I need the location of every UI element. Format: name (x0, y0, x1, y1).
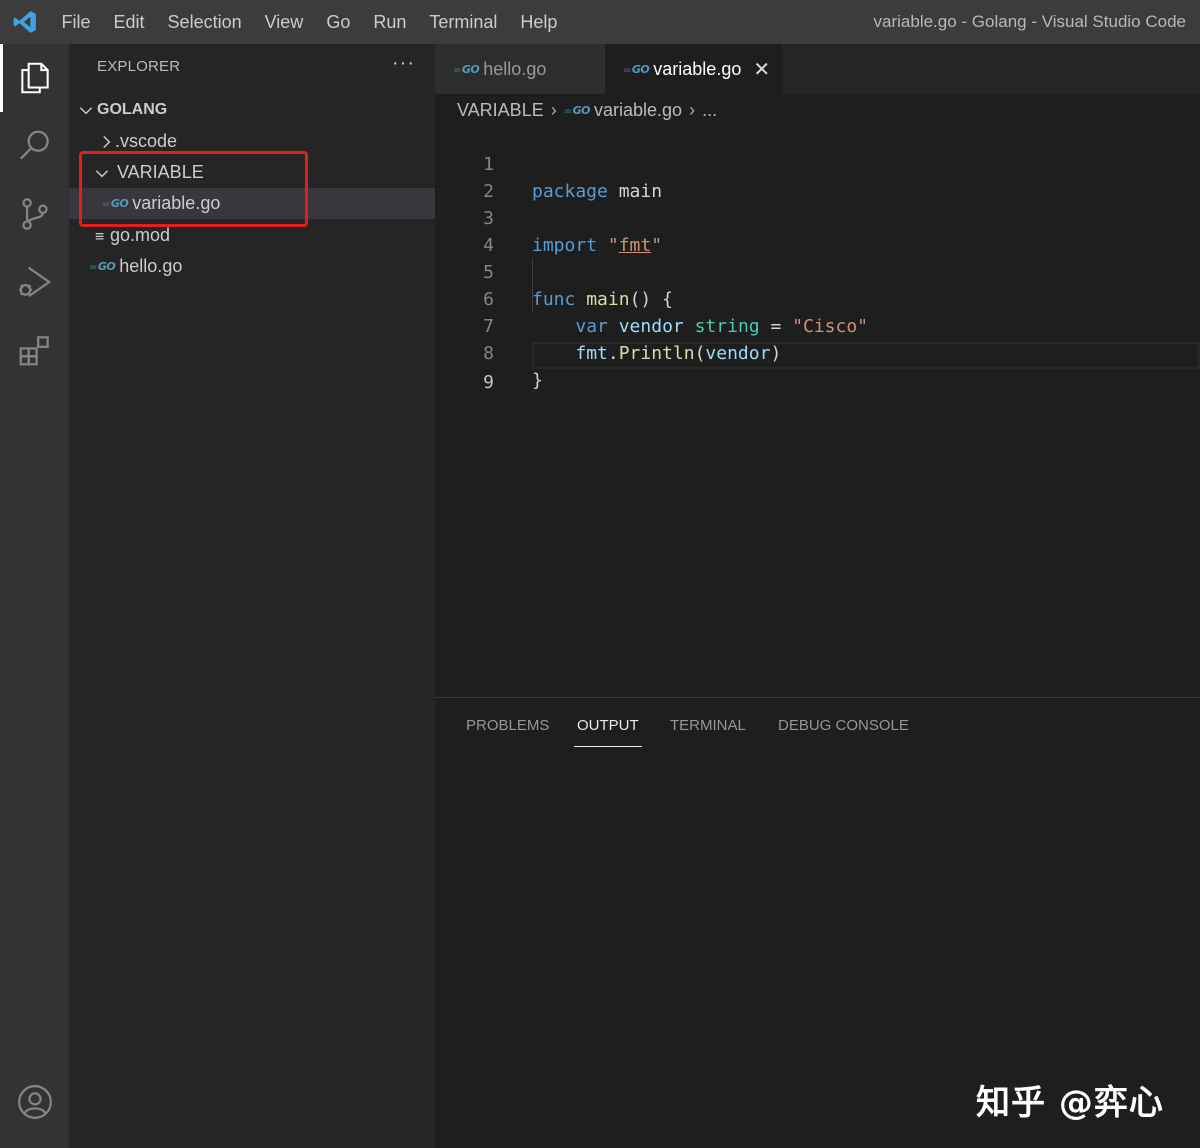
more-actions-icon[interactable]: ··· (392, 52, 415, 75)
tab-label: variable.go (653, 58, 742, 79)
tree-item-label: .vscode (115, 131, 178, 151)
line-number: 9 (483, 372, 494, 393)
code-line: 2 (435, 151, 1200, 202)
title-bar: File Edit Selection View Go Run Terminal… (0, 0, 1200, 44)
chevron-right-icon (103, 135, 111, 148)
activity-explorer[interactable] (0, 44, 69, 112)
account-icon (17, 1085, 52, 1119)
panel-tab-debug-console[interactable]: DEBUG CONSOLE (778, 716, 909, 746)
menu-view[interactable]: View (265, 12, 304, 33)
code-text: } (532, 370, 543, 391)
run-debug-icon (18, 266, 51, 298)
code-line: 1 package main (435, 124, 1200, 202)
go-file-icon: GO (89, 260, 116, 273)
chevron-right-icon: › (689, 99, 696, 120)
text-file-icon: ≡ (95, 226, 105, 245)
code-line: 7 fmt.Println(vendor) (435, 286, 1200, 364)
explorer-icon (20, 62, 49, 94)
breadcrumb-file[interactable]: variable.go (594, 100, 682, 121)
breadcrumb: VARIABLE › GO variable.go › ... (457, 97, 717, 123)
source-control-icon (21, 198, 48, 230)
breadcrumb-symbol[interactable]: ... (702, 100, 717, 121)
folder-root[interactable]: GOLANG (69, 94, 435, 125)
menu-file[interactable]: File (62, 12, 91, 33)
tab-hello-go[interactable]: GO hello.go (435, 44, 605, 94)
close-icon[interactable]: ✕ (753, 57, 770, 82)
editor-tab-bar: GO hello.go GO variable.go ✕ (435, 44, 1200, 94)
explorer-title: EXPLORER (97, 58, 181, 75)
code-line: 9 (435, 342, 1200, 393)
folder-root-label: GOLANG (97, 100, 168, 118)
tree-item-label: go.mod (110, 225, 171, 245)
activity-account[interactable] (0, 1068, 69, 1136)
tab-variable-go[interactable]: GO variable.go ✕ (605, 44, 782, 94)
code-line: 5 func main() { (435, 232, 1200, 310)
panel-tab-problems[interactable]: PROBLEMS (466, 716, 549, 746)
menu-bar: File Edit Selection View Go Run Terminal… (50, 0, 569, 44)
window-title: variable.go - Golang - Visual Studio Cod… (873, 12, 1186, 31)
search-icon (19, 130, 49, 160)
menu-terminal[interactable]: Terminal (429, 12, 497, 33)
panel-tab-terminal[interactable]: TERMINAL (670, 716, 746, 746)
breadcrumb-folder[interactable]: VARIABLE (457, 100, 544, 121)
activity-extensions[interactable] (0, 316, 69, 384)
vscode-logo-icon[interactable] (12, 9, 38, 35)
go-file-icon: GO (453, 63, 480, 76)
activity-bar (0, 44, 69, 1148)
tab-label: hello.go (483, 58, 547, 79)
menu-help[interactable]: Help (520, 12, 557, 33)
chevron-down-icon (79, 106, 93, 114)
panel-tab-output[interactable]: OUTPUT (574, 716, 642, 747)
menu-go[interactable]: Go (326, 12, 350, 33)
activity-source-control[interactable] (0, 180, 69, 248)
code-line: 8 } (435, 313, 1200, 391)
code-editor[interactable]: 1 package main 2 3 import "fmt" 4 5 func… (435, 124, 1200, 696)
menu-run[interactable]: Run (373, 12, 406, 33)
code-line: 4 (435, 205, 1200, 256)
menu-selection[interactable]: Selection (168, 12, 242, 33)
code-line: 3 import "fmt" (435, 178, 1200, 256)
code-line: 6 var vendor string = "Cisco" (435, 259, 1200, 337)
watermark: 知乎 @弈心 (976, 1083, 1164, 1123)
tree-item-label: hello.go (119, 256, 183, 276)
tree-item-hello-go[interactable]: GO hello.go (69, 251, 435, 282)
go-file-icon: GO (564, 104, 591, 117)
menu-edit[interactable]: Edit (114, 12, 145, 33)
activity-search[interactable] (0, 112, 69, 180)
extensions-icon (19, 336, 49, 366)
go-file-icon: GO (623, 63, 650, 76)
activity-run-debug[interactable] (0, 248, 69, 316)
annotation-highlight-box (79, 151, 308, 227)
chevron-right-icon: › (550, 99, 557, 120)
